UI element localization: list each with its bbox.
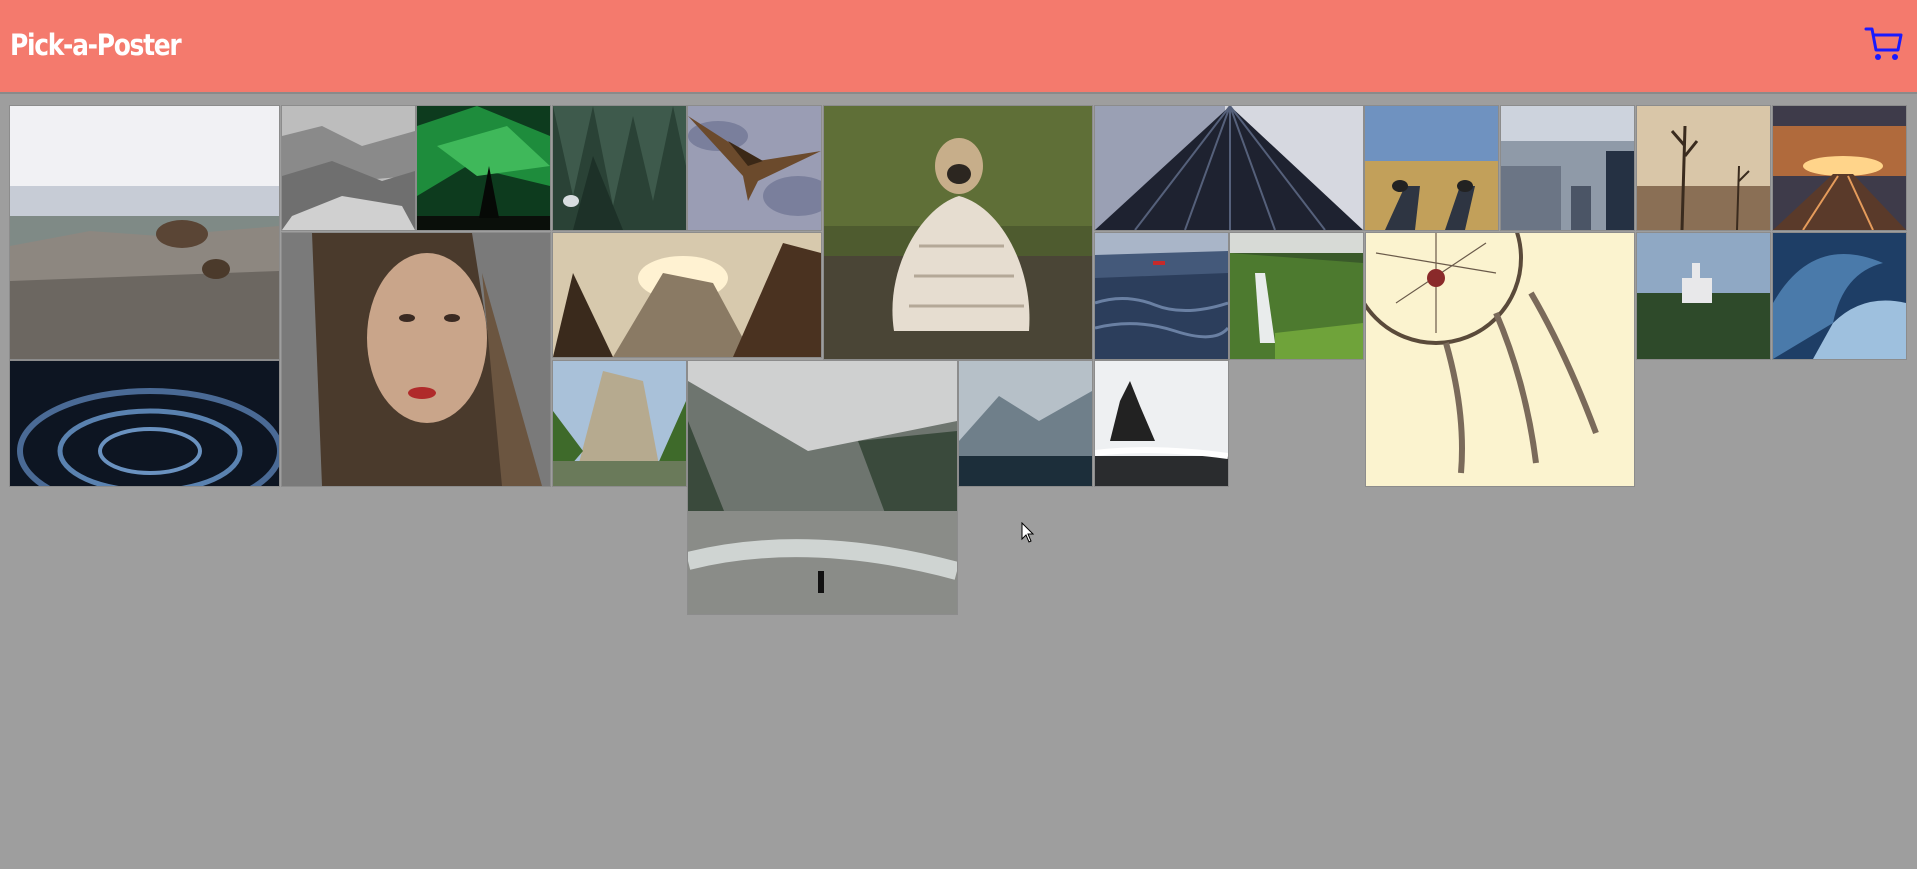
poster-woman-portrait[interactable]	[281, 232, 551, 487]
poster-bear-on-rocks[interactable]	[9, 105, 280, 360]
poster-valley-sunrise[interactable]	[552, 232, 822, 358]
poster-eagle-flying[interactable]	[687, 105, 822, 231]
poster-star-trails[interactable]	[9, 360, 280, 487]
poster-river-hiker[interactable]	[687, 360, 958, 615]
poster-castle-on-hill[interactable]	[1636, 232, 1771, 360]
poster-gallery	[0, 0, 1917, 869]
poster-sea-stack-beach[interactable]	[1094, 360, 1229, 487]
poster-ocean-wave[interactable]	[1772, 232, 1907, 360]
mouse-cursor-icon	[1021, 522, 1035, 543]
poster-pine-forest-bird[interactable]	[552, 105, 687, 231]
poster-dead-trees-desert[interactable]	[1636, 105, 1771, 231]
poster-waterfall-green[interactable]	[1229, 232, 1364, 360]
poster-dreamcatcher[interactable]	[1365, 232, 1635, 487]
poster-misty-mountains[interactable]	[958, 360, 1093, 487]
poster-feet-in-field[interactable]	[1364, 105, 1499, 231]
poster-yosemite-valley[interactable]	[552, 360, 687, 487]
poster-northern-lights-tree[interactable]	[416, 105, 551, 231]
poster-railway-sunset[interactable]	[1772, 105, 1907, 231]
poster-pug-in-blanket[interactable]	[823, 105, 1093, 360]
poster-skyscraper-looking-up[interactable]	[1094, 105, 1364, 231]
poster-ocean-with-boat[interactable]	[1094, 232, 1229, 360]
poster-misty-forest-grayscale[interactable]	[281, 105, 416, 231]
poster-city-skyline[interactable]	[1500, 105, 1635, 231]
